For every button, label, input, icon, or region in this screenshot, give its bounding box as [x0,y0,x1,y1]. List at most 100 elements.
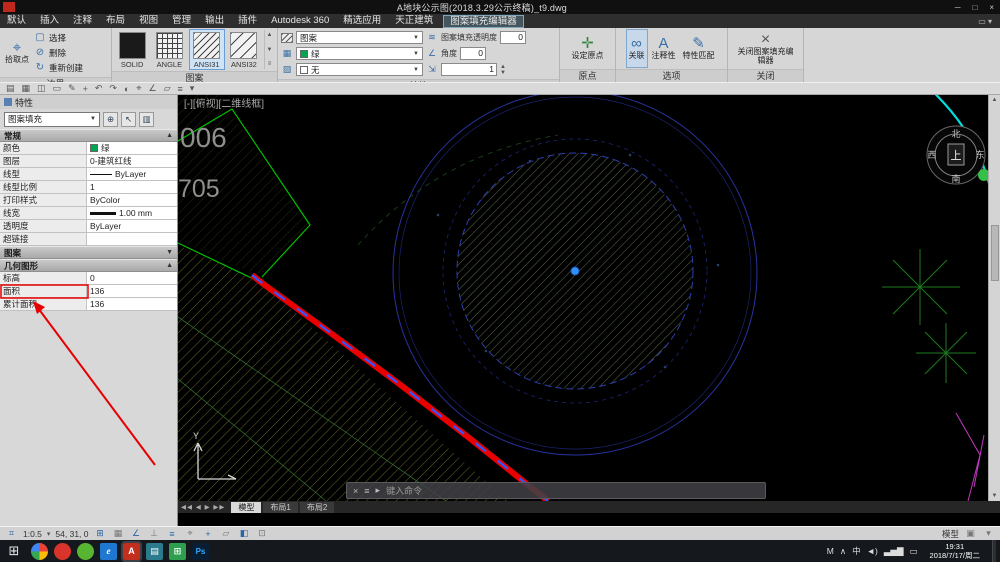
transparency-value[interactable]: 0 [500,31,526,44]
scrollbar-thumb[interactable] [991,225,999,281]
prop-row-linetype[interactable]: 线型ByLayer [0,168,177,181]
pick-points-button[interactable]: ⌖ 拾取点 [3,30,31,75]
tab-addins[interactable]: 插件 [231,14,264,28]
vertical-scrollbar[interactable]: ▲ ▼ [988,95,1000,501]
toolbar-icon[interactable]: ▤ [6,83,15,94]
tab-insert[interactable]: 插入 [33,14,66,28]
minimize-icon[interactable]: ─ [949,3,967,12]
panel-label-options[interactable]: 选项 [616,69,727,82]
tab-hatch-editor-active[interactable]: 图案填充编辑器 [443,15,524,28]
tab-layout2[interactable]: 布局2 [300,502,334,513]
command-input[interactable]: 键入命令 [386,484,422,497]
status-toggle[interactable]: ▦ [112,528,125,539]
toolbar-icon[interactable]: + [83,84,88,94]
match-properties-button[interactable]: ✎ 特性匹配 [681,30,717,67]
associative-toggle[interactable]: ∞ 关联 [627,30,647,67]
toolbar-icon[interactable]: ◐ [124,84,129,94]
toolbar-icon[interactable]: ✎ [68,83,76,94]
taskbar-chrome-icon[interactable] [31,543,48,560]
tab-output[interactable]: 输出 [198,14,231,28]
prop-row-linetype-scale[interactable]: 线型比例1 [0,181,177,194]
tray-network-icon[interactable]: ▃▅▇ [884,546,904,557]
toolbar-icon[interactable]: ◫ [37,83,46,94]
panel-label-origin[interactable]: 原点 [560,69,615,82]
section-general[interactable]: 常规▲ [0,129,177,142]
taskbar-app-icon[interactable] [77,543,94,560]
toolbar-icon[interactable]: ∠ [148,83,156,94]
prop-row-color[interactable]: 颜色绿 [0,142,177,155]
start-button[interactable]: ⊞ [0,543,28,559]
annotative-toggle[interactable]: A 注释性 [650,30,678,67]
pattern-ansi32[interactable]: ANSI32 [227,30,261,69]
status-toggle[interactable]: ⊥ [148,528,161,539]
status-toggle[interactable]: + [202,529,215,539]
tray-volume-icon[interactable]: ◄) [867,546,878,556]
tab-annotate[interactable]: 注释 [66,14,99,28]
toolbar-icon[interactable]: ▾ [190,83,195,94]
hatch-color-dropdown[interactable]: 绿▼ [296,47,423,60]
tab-default[interactable]: 默认 [0,14,33,28]
prop-row-hyperlink[interactable]: 超链接 [0,233,177,246]
status-toggle[interactable]: ⌖ [184,528,197,539]
select-objects-button[interactable]: ↖ [121,112,136,127]
prop-row-plot-style[interactable]: 打印样式ByColor [0,194,177,207]
app-icon[interactable] [3,2,15,12]
layout-nav-arrows[interactable]: ◀◀ ◀ ▶ ▶▶ [181,503,225,511]
tabbar-window-icons[interactable]: ▭ ▾ [978,17,1000,26]
pattern-gallery-scroll[interactable]: ▲▼≡ [264,30,274,69]
viewport-controls[interactable]: [-][俯视][二维线框] [184,97,264,110]
toolbar-icon[interactable]: ⌖ [136,83,141,94]
set-origin-button[interactable]: ✛ 设定原点 [570,30,606,67]
taskbar-app-icon[interactable]: ⊞ [169,543,186,560]
tab-autodesk360[interactable]: Autodesk 360 [264,14,336,28]
prop-row-lineweight[interactable]: 线宽1.00 mm [0,207,177,220]
taskbar-app-icon[interactable] [54,543,71,560]
scale-stepper[interactable]: ▲▼ [500,64,506,76]
status-toggle[interactable]: ▱ [220,528,233,539]
tab-manage[interactable]: 管理 [165,14,198,28]
toolbar-icon[interactable]: ▱ [164,83,171,94]
close-icon[interactable]: × [983,3,1000,12]
tree-symbol-2[interactable] [916,323,976,383]
tray-battery-icon[interactable]: ▭ [910,546,918,557]
scale-caret-icon[interactable]: ▾ [47,530,51,538]
prop-row-transparency[interactable]: 透明度ByLayer [0,220,177,233]
pattern-ansi31-selected[interactable]: ANSI31 [190,30,224,69]
taskbar-clock[interactable]: 19:312018/7/17/周二 [924,542,986,561]
scroll-down-icon[interactable]: ▼ [992,491,998,501]
object-type-dropdown[interactable]: 图案填充▼ [4,112,100,127]
hatch-type-dropdown[interactable]: 图案▼ [296,31,423,44]
toolbar-icon[interactable]: ↶ [95,83,103,94]
model-space-label[interactable]: 模型 [942,528,959,540]
tab-layout1[interactable]: 布局1 [263,502,297,513]
drawing-canvas[interactable]: 006 705 [-][俯视][二维线框] 北 南 西 东 [178,95,988,501]
scale-icon[interactable]: ⌗ [5,528,18,539]
center-grip-point[interactable] [571,267,579,275]
tray-expand-icon[interactable]: ∧ [840,546,846,557]
taskbar-ie-icon[interactable]: e [100,543,117,560]
remove-button[interactable]: ⊘删除 [34,45,83,60]
toolbar-icon[interactable]: ≡ [177,84,182,94]
toolbar-icon[interactable]: ↷ [109,83,117,94]
tab-view[interactable]: 视图 [132,14,165,28]
toolbar-icon[interactable]: ▦ [22,83,31,94]
command-close-icon[interactable]: × [353,486,358,496]
taskbar-app-icon[interactable]: ▤ [146,543,163,560]
command-line[interactable]: × ≡ ▸ 键入命令 [346,482,766,499]
toggle-pickadd-button[interactable]: ⊕ [103,112,118,127]
status-toggle[interactable]: ⊡ [256,528,269,539]
status-toggle[interactable]: ≡ [166,529,179,539]
prop-row-layer[interactable]: 图层0-建筑红线 [0,155,177,168]
scale-value[interactable]: 1 [441,63,497,76]
tab-layout[interactable]: 布局 [99,14,132,28]
status-toggle[interactable]: ◧ [238,528,251,539]
status-toggle[interactable]: ▣ [964,528,977,539]
pattern-solid[interactable]: SOLID [115,30,149,69]
prop-row-area[interactable]: 面积136 [0,285,177,298]
tab-featured-apps[interactable]: 精选应用 [336,14,388,28]
prop-row-cumulative-area[interactable]: 累计面积136 [0,298,177,311]
status-toggle[interactable]: ∠ [130,528,143,539]
close-hatch-editor-button[interactable]: × 关闭图案填充编辑器 [733,30,799,67]
taskbar-photoshop-icon[interactable]: Ps [192,543,209,560]
taskbar-autocad-icon-active[interactable]: A [123,543,140,560]
